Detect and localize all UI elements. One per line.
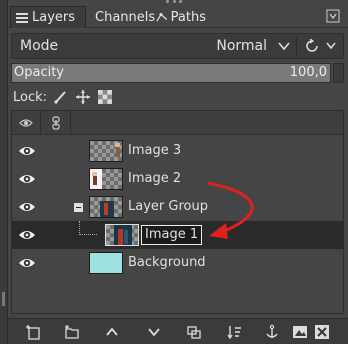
duplicate-icon[interactable] bbox=[186, 324, 202, 340]
layer-row-layer-group[interactable]: Layer Group bbox=[12, 193, 343, 221]
new-layer-icon[interactable] bbox=[26, 324, 42, 340]
raise-icon[interactable] bbox=[104, 324, 120, 340]
chevron-down-icon[interactable] bbox=[325, 40, 337, 52]
paths-icon bbox=[156, 13, 168, 22]
divider bbox=[296, 37, 297, 55]
eye-icon[interactable] bbox=[18, 143, 36, 159]
eye-icon[interactable] bbox=[18, 199, 36, 215]
layer-row-image-1[interactable]: Image 1 bbox=[12, 221, 343, 249]
lock-alpha-icon[interactable] bbox=[97, 89, 113, 105]
layer-row-image-2[interactable]: Image 2 bbox=[12, 165, 343, 193]
layers-toolbar bbox=[8, 318, 348, 344]
mode-value[interactable]: Normal bbox=[216, 38, 267, 54]
eye-icon bbox=[19, 119, 33, 127]
layer-thumbnail bbox=[89, 252, 123, 274]
lock-row: Lock: bbox=[13, 88, 119, 106]
lock-label: Lock: bbox=[13, 89, 48, 105]
delete-icon[interactable] bbox=[314, 324, 330, 340]
layer-name[interactable]: Image 3 bbox=[128, 143, 181, 158]
lower-icon[interactable] bbox=[146, 324, 162, 340]
lock-position-icon[interactable] bbox=[75, 89, 91, 105]
opacity-spinner[interactable] bbox=[333, 63, 344, 83]
layer-thumbnail bbox=[89, 196, 123, 218]
merge-down-icon[interactable] bbox=[226, 324, 242, 340]
tab-paths[interactable]: Paths bbox=[152, 6, 210, 28]
tab-layers[interactable]: Layers bbox=[10, 6, 86, 28]
mask-icon[interactable] bbox=[292, 324, 308, 340]
tab-bar: Layers Channels Paths bbox=[8, 6, 348, 28]
resize-handle[interactable] bbox=[2, 292, 5, 306]
dock-left-edge bbox=[0, 0, 8, 344]
chain-icon bbox=[52, 116, 60, 130]
lock-pixels-icon[interactable] bbox=[53, 89, 69, 105]
layer-name[interactable]: Background bbox=[128, 255, 206, 270]
layers-list[interactable]: Image 3 Image 2 Layer Group Image 1 Back… bbox=[11, 110, 344, 314]
opacity-value[interactable]: 100,0 bbox=[290, 65, 327, 80]
opacity-slider[interactable]: Opacity 100,0 bbox=[11, 63, 331, 83]
new-group-icon[interactable] bbox=[64, 324, 80, 340]
layer-row-background[interactable]: Background bbox=[12, 249, 343, 277]
tab-channels[interactable]: Channels bbox=[88, 6, 155, 28]
anchor-icon[interactable] bbox=[264, 324, 280, 340]
visibility-column-header[interactable] bbox=[12, 111, 41, 135]
collapse-group-icon[interactable] bbox=[74, 203, 83, 212]
tab-label: Paths bbox=[170, 9, 206, 25]
dock-grip[interactable] bbox=[166, 0, 182, 4]
eye-icon[interactable] bbox=[18, 255, 36, 271]
layer-name[interactable]: Image 2 bbox=[128, 171, 181, 186]
layer-thumbnail bbox=[89, 140, 123, 162]
layers-icon bbox=[16, 12, 28, 23]
tree-connector bbox=[79, 221, 97, 235]
link-column-header[interactable] bbox=[41, 111, 71, 135]
layers-list-header bbox=[12, 111, 343, 135]
layer-thumbnail bbox=[105, 224, 139, 246]
mode-select[interactable]: Mode Normal bbox=[11, 33, 344, 59]
layer-thumbnail bbox=[89, 168, 123, 190]
layer-name[interactable]: Layer Group bbox=[128, 199, 208, 214]
layer-name[interactable]: Image 1 bbox=[141, 225, 203, 245]
tab-label: Layers bbox=[32, 10, 76, 25]
chevron-down-icon[interactable] bbox=[277, 40, 291, 52]
eye-icon[interactable] bbox=[18, 227, 36, 243]
composite-mode-icon[interactable] bbox=[305, 39, 321, 53]
layer-row-image-3[interactable]: Image 3 bbox=[12, 137, 343, 165]
eye-icon[interactable] bbox=[18, 171, 36, 187]
tab-label: Channels bbox=[95, 9, 156, 25]
opacity-label: Opacity bbox=[14, 65, 65, 80]
mode-label: Mode bbox=[20, 38, 59, 54]
tab-menu-icon[interactable] bbox=[326, 9, 340, 23]
